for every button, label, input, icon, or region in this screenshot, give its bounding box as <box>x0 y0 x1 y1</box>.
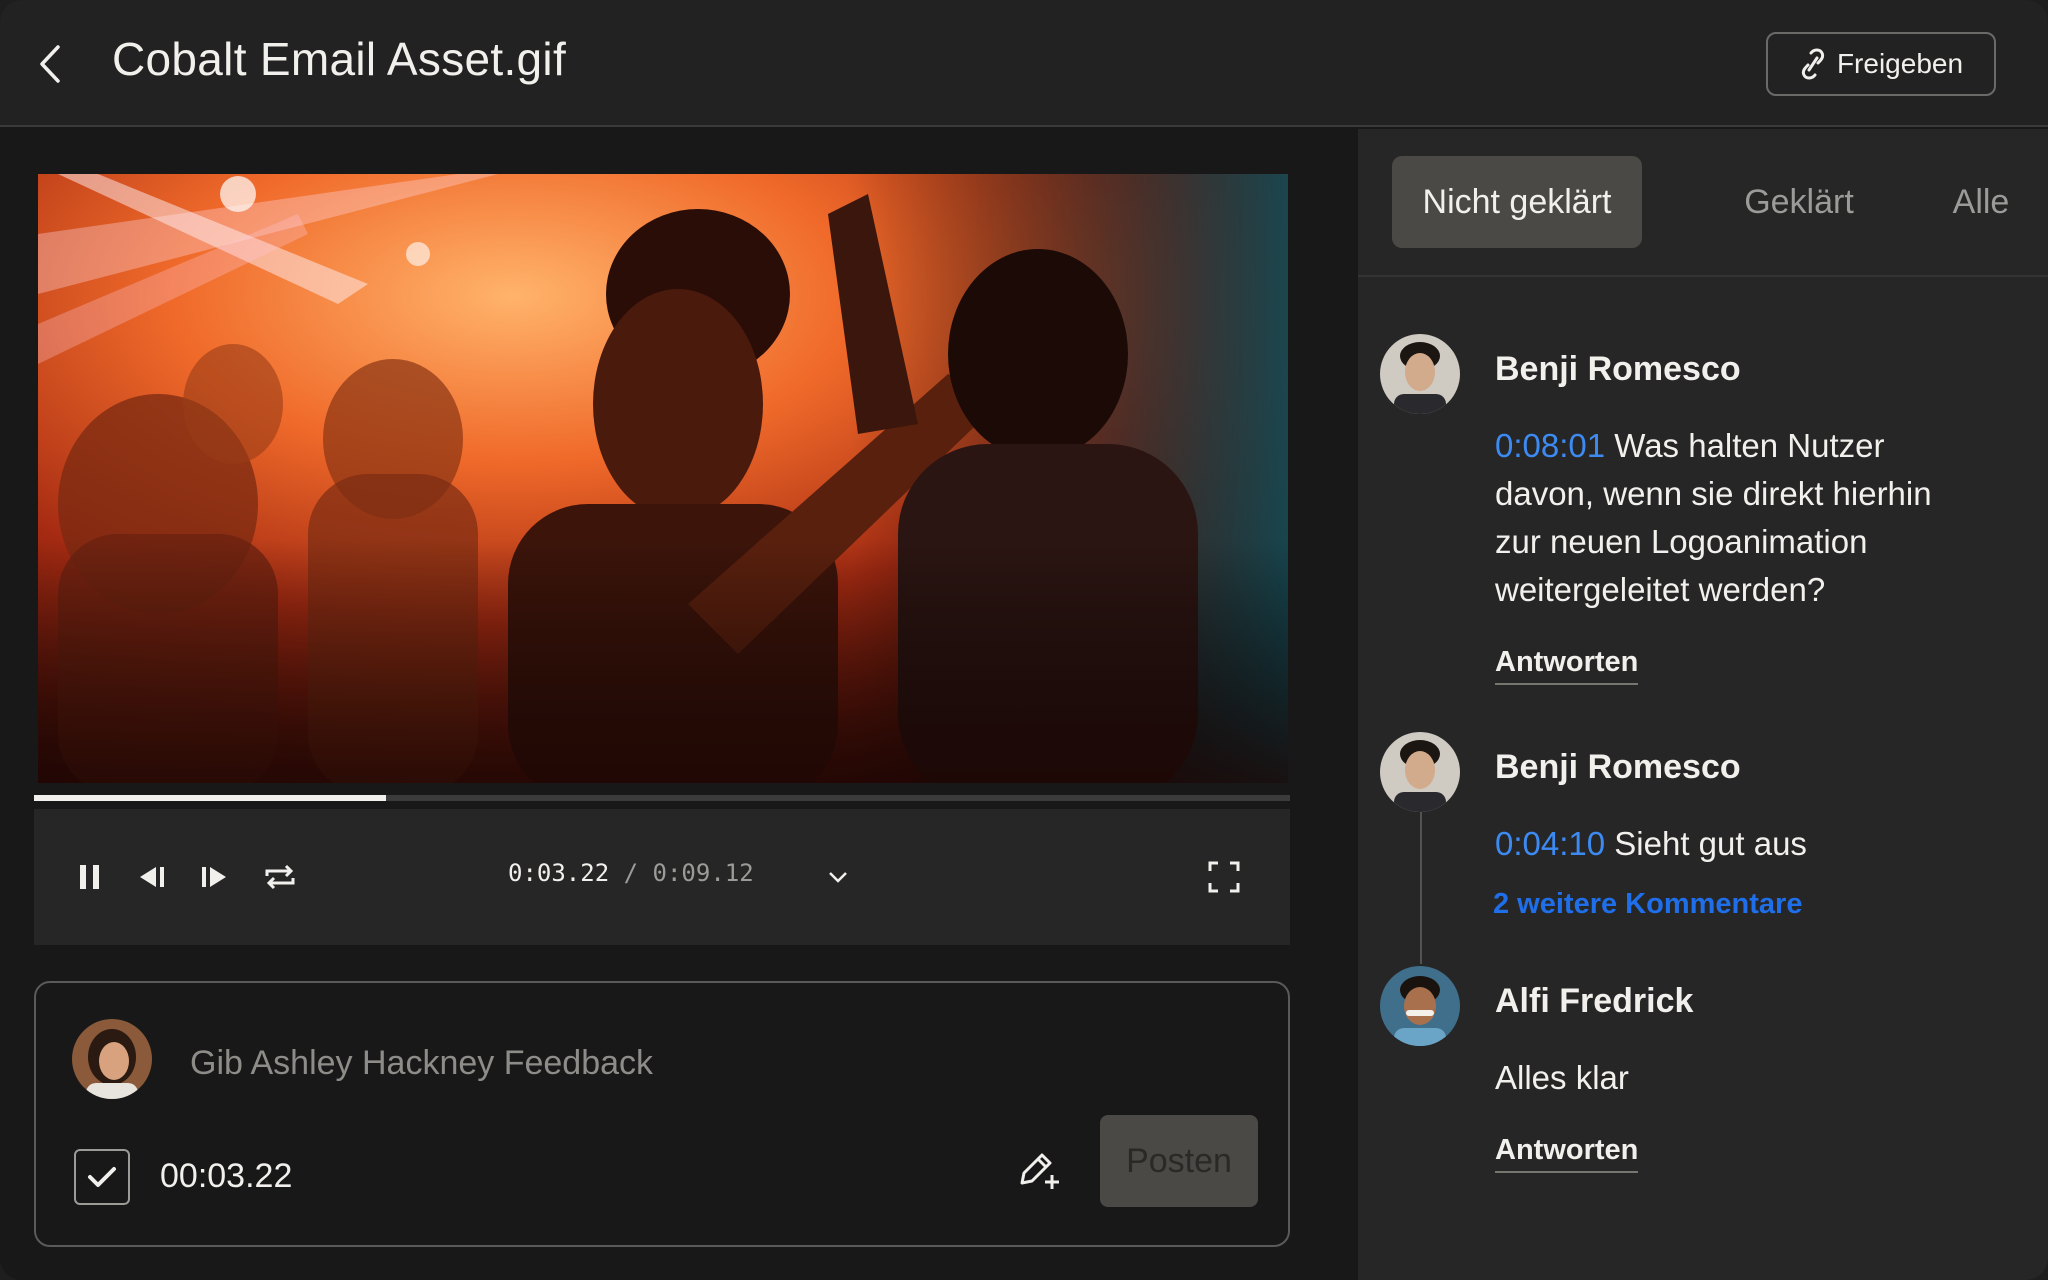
progress-fill <box>34 795 386 801</box>
step-back-button[interactable] <box>128 853 176 901</box>
concert-video-image <box>38 174 1288 783</box>
progress-bar[interactable] <box>34 795 1290 801</box>
avatar <box>1380 732 1460 812</box>
player-pane: 0:03.22 / 0:09.12 Gib Ashley Hackney Fee… <box>0 129 1358 1280</box>
comments-pane: Nicht geklärt Geklärt Alle <box>1358 129 2048 1280</box>
page-title: Cobalt Email Asset.gif <box>112 33 567 85</box>
benji-avatar-image <box>1380 334 1460 414</box>
avatar <box>72 1019 152 1099</box>
comment-author: Benji Romesco <box>1495 748 1741 786</box>
comment-timestamp-link[interactable]: 0:04:10 <box>1495 825 1605 862</box>
step-forward-button[interactable] <box>190 853 238 901</box>
step-back-icon <box>140 867 164 887</box>
checkmark-icon <box>88 1167 116 1187</box>
comment-author: Benji Romesco <box>1495 350 1741 388</box>
back-button[interactable] <box>30 40 70 88</box>
current-time: 0:03.22 <box>508 859 610 887</box>
reply-button[interactable]: Antworten <box>1495 646 1639 685</box>
player-controls: 0:03.22 / 0:09.12 <box>34 809 1290 945</box>
more-comments-link[interactable]: 2 weitere Kommentare <box>1493 888 1802 921</box>
avatar <box>1380 966 1460 1046</box>
thread-line <box>1420 812 1422 964</box>
link-icon <box>1801 48 1825 80</box>
comment-author: Alfi Fredrick <box>1495 982 1694 1020</box>
feedback-input[interactable] <box>190 1041 1090 1085</box>
benji-avatar-image <box>1380 732 1460 812</box>
comment-filter-tabs: Nicht geklärt Geklärt Alle <box>1358 129 2048 277</box>
timestamp-checkbox[interactable] <box>74 1149 130 1205</box>
comment-timestamp-link[interactable]: 0:08:01 <box>1495 427 1605 464</box>
comment-text: 0:04:10 Sieht gut aus <box>1495 820 1975 868</box>
chevron-down-icon <box>829 872 847 883</box>
avatar <box>1380 334 1460 414</box>
comment-composer: 00:03.22 Posten <box>34 981 1290 1247</box>
pause-icon <box>80 865 99 889</box>
annotate-button[interactable] <box>1010 1141 1066 1197</box>
comment-body: Sieht gut aus <box>1614 825 1807 862</box>
loop-icon <box>265 864 295 890</box>
alfi-avatar-image <box>1380 966 1460 1046</box>
time-separator: / <box>623 859 639 887</box>
tab-all[interactable]: Alle <box>1936 156 2026 248</box>
comment-body: Alles klar <box>1495 1059 1629 1096</box>
loop-button[interactable] <box>256 853 304 901</box>
app-window: Cobalt Email Asset.gif Freigeben 0:03.22… <box>0 0 2048 1280</box>
reply-button[interactable]: Antworten <box>1495 1134 1639 1173</box>
share-button-label: Freigeben <box>1836 48 1964 79</box>
pause-button[interactable] <box>66 853 114 901</box>
comment-text: Alles klar <box>1495 1054 1975 1102</box>
header: Cobalt Email Asset.gif Freigeben <box>0 0 2048 127</box>
share-button[interactable]: Freigeben <box>1766 32 1996 96</box>
chevron-left-icon <box>40 45 60 83</box>
user-avatar-image <box>72 1019 152 1099</box>
timestamp-label: 00:03.22 <box>160 1157 293 1195</box>
video-frame[interactable] <box>38 174 1288 783</box>
step-forward-icon <box>202 867 226 887</box>
fullscreen-button[interactable] <box>1200 853 1248 901</box>
post-button[interactable]: Posten <box>1100 1115 1258 1207</box>
tab-unresolved[interactable]: Nicht geklärt <box>1392 156 1642 248</box>
time-format-dropdown[interactable] <box>814 853 862 901</box>
timecode: 0:03.22 / 0:09.12 <box>508 859 754 887</box>
comment-text: 0:08:01 Was halten Nutzer davon, wenn si… <box>1495 422 1975 614</box>
tab-resolved[interactable]: Geklärt <box>1724 156 1874 248</box>
fullscreen-icon <box>1208 861 1240 893</box>
total-time: 0:09.12 <box>652 859 754 887</box>
pencil-plus-icon <box>1020 1153 1059 1189</box>
